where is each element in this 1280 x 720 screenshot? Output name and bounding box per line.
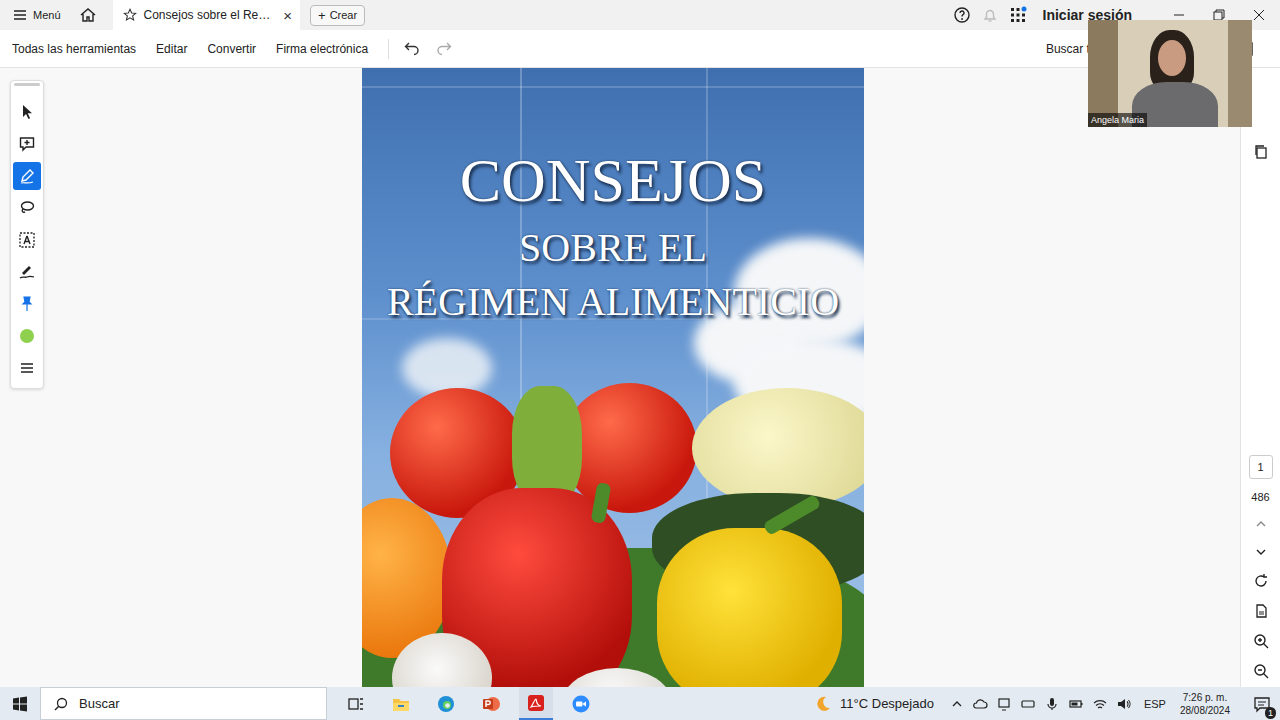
chevron-up-icon[interactable]: [950, 697, 964, 711]
toolbar-item[interactable]: Convertir: [207, 42, 256, 56]
workspace: CONSEJOS SOBRE EL RÉGIMEN ALIMENTICIO 1 486: [0, 68, 1280, 687]
chevron-up-icon[interactable]: [1254, 517, 1268, 531]
zoom-out-icon[interactable]: [1253, 663, 1269, 679]
date: 28/08/2024: [1180, 704, 1230, 717]
taskbar-search-placeholder: Buscar: [79, 696, 119, 711]
taskbar-app[interactable]: [564, 687, 598, 720]
search-icon: [53, 696, 69, 712]
copy-icon[interactable]: [1253, 144, 1269, 160]
tool-button[interactable]: [13, 354, 41, 382]
taskbar: Buscar 11°C Despejado ESP 7:26 p. m.28/08/2…: [0, 687, 1280, 720]
folder-icon: [391, 694, 411, 714]
battery-icon[interactable]: [1068, 696, 1084, 712]
lasso-icon: [18, 199, 36, 217]
tab-close-button[interactable]: ×: [283, 7, 292, 24]
document-canvas: CONSEJOS SOBRE EL RÉGIMEN ALIMENTICIO: [0, 68, 1240, 687]
comment-icon: [18, 135, 36, 153]
hamburger-icon: [12, 7, 28, 23]
cursor-icon: [18, 103, 36, 121]
tool-button[interactable]: [13, 290, 41, 318]
acrobat-icon: [526, 693, 546, 713]
powerpoint-icon: [481, 694, 501, 714]
participant-name: Angela Maria: [1088, 113, 1147, 127]
create-label: Crear: [330, 9, 358, 21]
tool-button[interactable]: [13, 130, 41, 158]
task-view-icon: [347, 695, 365, 713]
tool-button[interactable]: [13, 98, 41, 126]
chevron-down-icon[interactable]: [1254, 545, 1268, 559]
wifi-icon[interactable]: [1092, 696, 1108, 712]
cover-title: CONSEJOS SOBRE EL RÉGIMEN ALIMENTICIO: [362, 68, 864, 323]
device-icon[interactable]: [996, 696, 1012, 712]
page-fit-icon[interactable]: [1253, 603, 1269, 619]
vegetables-photo: [362, 378, 864, 687]
cover-title-line: RÉGIMEN ALIMENTICIO: [387, 281, 839, 323]
pin-icon: [18, 295, 36, 313]
language-indicator[interactable]: ESP: [1144, 698, 1166, 710]
tab-label: Consejos sobre el Re…: [144, 8, 271, 22]
taskbar-search[interactable]: Buscar: [40, 687, 327, 720]
taskbar-app[interactable]: [339, 687, 373, 720]
redo-icon[interactable]: [435, 40, 453, 58]
cover-title-line: SOBRE EL: [519, 227, 707, 269]
right-rail: 1 486: [1240, 68, 1280, 687]
zoom-app-icon: [571, 694, 591, 714]
time: 7:26 p. m.: [1183, 691, 1227, 704]
toolbar-item[interactable]: Todas las herramientas: [12, 42, 136, 56]
fill-sign-icon: [18, 263, 36, 281]
taskbar-app[interactable]: [429, 687, 463, 720]
bell-icon[interactable]: [981, 6, 999, 24]
speaker-icon[interactable]: [1116, 696, 1132, 712]
cover-title-line: CONSEJOS: [460, 148, 767, 213]
network-device-icon[interactable]: [1020, 696, 1036, 712]
plus-glyph: +: [318, 8, 326, 23]
pdf-page: CONSEJOS SOBRE EL RÉGIMEN ALIMENTICIO: [362, 68, 864, 687]
star-icon[interactable]: [123, 8, 137, 22]
document-tab[interactable]: Consejos sobre el Re… ×: [113, 0, 301, 30]
close-icon[interactable]: [1252, 8, 1266, 22]
menu-label: Menú: [33, 9, 61, 21]
notification-center[interactable]: 1: [1244, 695, 1280, 713]
tool-button[interactable]: [13, 194, 41, 222]
page-number-field[interactable]: 1: [1249, 455, 1273, 479]
tool-button[interactable]: [13, 162, 41, 190]
apps-grid-icon[interactable]: [1009, 6, 1027, 24]
home-icon[interactable]: [79, 6, 97, 24]
clock[interactable]: 7:26 p. m.28/08/2024: [1174, 691, 1236, 717]
color-swatch: [20, 329, 34, 343]
page-total: 486: [1251, 491, 1269, 503]
notification-count: 1: [1265, 707, 1276, 719]
tool-palette: [10, 80, 44, 389]
edge-icon: [436, 694, 456, 714]
taskbar-app[interactable]: [519, 687, 553, 720]
pen-icon: [18, 167, 36, 185]
cloud-icon[interactable]: [972, 696, 988, 712]
more-icon: [18, 359, 36, 377]
text-select-icon: [18, 231, 36, 249]
video-thumbnail[interactable]: Angela Maria: [1088, 20, 1252, 127]
tool-button[interactable]: [13, 322, 41, 350]
zoom-in-icon[interactable]: [1253, 633, 1269, 649]
create-button[interactable]: + Crear: [310, 5, 365, 26]
taskbar-app[interactable]: [474, 687, 508, 720]
toolbar-item[interactable]: Editar: [156, 42, 187, 56]
help-icon[interactable]: [953, 6, 971, 24]
taskbar-app[interactable]: [384, 687, 418, 720]
toolbar-item[interactable]: Firma electrónica: [276, 42, 368, 56]
menu-button[interactable]: Menú: [12, 7, 61, 23]
rotate-icon[interactable]: [1253, 573, 1269, 589]
tool-button[interactable]: [13, 226, 41, 254]
windows-logo-icon[interactable]: [12, 696, 28, 712]
moon-icon: [814, 695, 832, 713]
undo-icon[interactable]: [403, 40, 421, 58]
weather[interactable]: 11°C Despejado: [840, 696, 934, 711]
tool-button[interactable]: [13, 258, 41, 286]
microphone-icon[interactable]: [1044, 696, 1060, 712]
screen: MenúConsejos sobre el Re…×+CrearIniciar …: [0, 0, 1280, 720]
